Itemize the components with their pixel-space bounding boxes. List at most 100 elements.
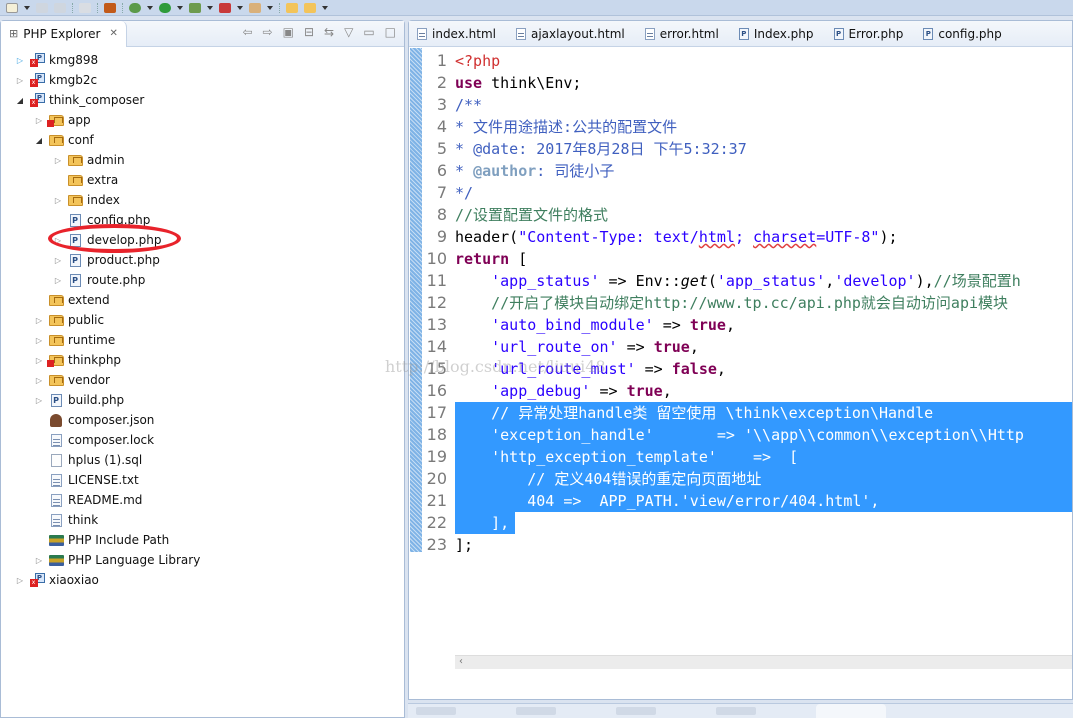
tree-item-php-include-path[interactable]: PHP Include Path xyxy=(1,530,404,550)
code-line[interactable]: 22 ], xyxy=(423,512,1072,534)
tree-item-index[interactable]: ▷ index xyxy=(1,190,404,210)
dropdown-icon[interactable] xyxy=(267,5,273,10)
collapsed-arrow-icon[interactable]: ▷ xyxy=(53,195,63,205)
tree-item-readme-md[interactable]: README.md xyxy=(1,490,404,510)
tree-item-extend[interactable]: extend xyxy=(1,290,404,310)
bottom-tab[interactable] xyxy=(516,707,556,715)
code-line[interactable]: 18 'exception_handle' => '\\app\\common\… xyxy=(423,424,1072,446)
tree-item-composer-lock[interactable]: composer.lock xyxy=(1,430,404,450)
collapsed-arrow-icon[interactable]: ▷ xyxy=(34,115,44,125)
collapsed-arrow-icon[interactable]: ▷ xyxy=(34,395,44,405)
code-line[interactable]: 2 use think\Env; xyxy=(423,72,1072,94)
tree-item-php-language-library[interactable]: ▷ PHP Language Library xyxy=(1,550,404,570)
tree-item-thinkphp[interactable]: ▷ thinkphp xyxy=(1,350,404,370)
code-line[interactable]: 15 'url_route_must' => false, xyxy=(423,358,1072,380)
edit-icon[interactable] xyxy=(249,2,261,13)
code-line[interactable]: 17 // 异常处理handle类 留空使用 \think\exception\… xyxy=(423,402,1072,424)
collapsed-arrow-icon[interactable]: ▷ xyxy=(15,55,25,65)
tree-item-kmgb2c[interactable]: ▷ Px kmgb2c xyxy=(1,70,404,90)
tree-item-public[interactable]: ▷ public xyxy=(1,310,404,330)
code-area[interactable]: 1 <?php 2 use think\Env; 3 /** 4 * 文件用途描述:公共的配置… xyxy=(409,48,1072,669)
bottom-tab-active[interactable] xyxy=(816,704,886,718)
forward-icon[interactable]: ⇨ xyxy=(263,25,273,39)
debug-icon[interactable] xyxy=(129,2,141,13)
expanded-arrow-icon[interactable]: ◢ xyxy=(15,95,25,105)
tree-item-route-php[interactable]: ▷ Proute.php xyxy=(1,270,404,290)
save-all-icon[interactable] xyxy=(54,2,66,13)
external-tools-icon[interactable] xyxy=(219,2,231,13)
link-with-editor-icon[interactable]: ⇆ xyxy=(324,25,334,39)
tab-error-php[interactable]: P Error.php xyxy=(826,21,916,47)
dropdown-icon[interactable] xyxy=(207,5,213,10)
collapsed-arrow-icon[interactable]: ▷ xyxy=(34,355,44,365)
new-icon[interactable] xyxy=(6,2,18,13)
tree-item-product-php[interactable]: ▷ Pproduct.php xyxy=(1,250,404,270)
tree-item-license-txt[interactable]: LICENSE.txt xyxy=(1,470,404,490)
code-line[interactable]: 16 'app_debug' => true, xyxy=(423,380,1072,402)
code-line[interactable]: 20 // 定义404错误的重定向页面地址 xyxy=(423,468,1072,490)
code-line[interactable]: 4 * 文件用途描述:公共的配置文件 xyxy=(423,116,1072,138)
dropdown-icon[interactable] xyxy=(237,5,243,10)
tree-item-think-composer[interactable]: ◢ Px think_composer xyxy=(1,90,404,110)
tab-index-html[interactable]: index.html xyxy=(409,21,508,47)
tree-item-hplus-1-sql[interactable]: hplus (1).sql xyxy=(1,450,404,470)
explorer-tab[interactable]: ⊞ PHP Explorer ✕ xyxy=(1,20,127,47)
task-icon[interactable] xyxy=(104,2,116,13)
dropdown-icon[interactable] xyxy=(24,5,30,10)
dropdown-icon[interactable] xyxy=(147,5,153,10)
tree-item-admin[interactable]: ▷ admin xyxy=(1,150,404,170)
nav-forward-icon[interactable] xyxy=(304,2,316,13)
tree-item-develop-php[interactable]: ▷ Pdevelop.php xyxy=(1,230,404,250)
back-icon[interactable]: ⇦ xyxy=(242,25,252,39)
scroll-left-icon[interactable]: ‹ xyxy=(459,656,463,667)
tree-item-config-php[interactable]: Pconfig.php xyxy=(1,210,404,230)
code-line[interactable]: 23]; xyxy=(423,534,1072,556)
code-line[interactable]: 14 'url_route_on' => true, xyxy=(423,336,1072,358)
tree-item-xiaoxiao[interactable]: ▷ Px xiaoxiao xyxy=(1,570,404,590)
collapsed-arrow-icon[interactable]: ▷ xyxy=(15,575,25,585)
close-icon[interactable]: ✕ xyxy=(110,28,118,39)
code-lines[interactable]: 1 <?php 2 use think\Env; 3 /** 4 * 文件用途描述:公共的配置… xyxy=(423,50,1072,556)
code-line[interactable]: 10 return [ xyxy=(423,248,1072,270)
dropdown-icon[interactable] xyxy=(177,5,183,10)
minimize-icon[interactable]: ▭ xyxy=(363,25,374,39)
run-config-icon[interactable] xyxy=(189,2,201,13)
tree-item-kmg898[interactable]: ▷ Px kmg898 xyxy=(1,50,404,70)
run-icon[interactable] xyxy=(159,2,171,13)
code-line[interactable]: 9 header("Content-Type: text/html; charse… xyxy=(423,226,1072,248)
collapsed-arrow-icon[interactable]: ▷ xyxy=(53,155,63,165)
collapsed-arrow-icon[interactable]: ▷ xyxy=(34,315,44,325)
code-line[interactable]: 6 * @author: 司徒小子 xyxy=(423,160,1072,182)
search-icon[interactable] xyxy=(79,2,91,13)
collapse-all-icon[interactable]: ⊟ xyxy=(304,25,314,39)
bottom-tab[interactable] xyxy=(416,707,456,715)
tree-item-app[interactable]: ▷ app xyxy=(1,110,404,130)
code-line[interactable]: 11 'app_status' => Env::get('app_status'… xyxy=(423,270,1072,292)
tab-config-php[interactable]: Pconfig.php xyxy=(915,21,1013,47)
dropdown-icon[interactable] xyxy=(322,5,328,10)
code-line[interactable]: 1 <?php xyxy=(423,50,1072,72)
tree-item-vendor[interactable]: ▷ vendor xyxy=(1,370,404,390)
up-icon[interactable]: ▣ xyxy=(283,25,294,39)
save-icon[interactable] xyxy=(36,2,48,13)
collapsed-arrow-icon[interactable]: ▷ xyxy=(15,75,25,85)
view-menu-icon[interactable]: ▽ xyxy=(344,25,353,39)
code-line[interactable]: 21 404 => APP_PATH.'view/error/404.html'… xyxy=(423,490,1072,512)
tree-item-extra[interactable]: extra xyxy=(1,170,404,190)
tree-item-think[interactable]: think xyxy=(1,510,404,530)
collapsed-arrow-icon[interactable]: ▷ xyxy=(53,235,63,245)
code-line[interactable]: 8 //设置配置文件的格式 xyxy=(423,204,1072,226)
code-line[interactable]: 5 * @date: 2017年8月28日 下午5:32:37 xyxy=(423,138,1072,160)
collapsed-arrow-icon[interactable]: ▷ xyxy=(34,335,44,345)
code-line[interactable]: 7 */ xyxy=(423,182,1072,204)
tree-item-runtime[interactable]: ▷ runtime xyxy=(1,330,404,350)
collapsed-arrow-icon[interactable]: ▷ xyxy=(53,275,63,285)
code-line[interactable]: 12 //开启了模块自动绑定http://www.tp.cc/api.php就会… xyxy=(423,292,1072,314)
tab-index-php[interactable]: P Index.php xyxy=(731,21,826,47)
collapsed-arrow-icon[interactable]: ▷ xyxy=(53,255,63,265)
bottom-tab[interactable] xyxy=(716,707,756,715)
code-line[interactable]: 19 'http_exception_template' => [ xyxy=(423,446,1072,468)
collapsed-arrow-icon[interactable]: ▷ xyxy=(34,555,44,565)
code-line[interactable]: 3 /** xyxy=(423,94,1072,116)
tab-ajaxlayout-html[interactable]: ajaxlayout.html xyxy=(508,21,637,47)
